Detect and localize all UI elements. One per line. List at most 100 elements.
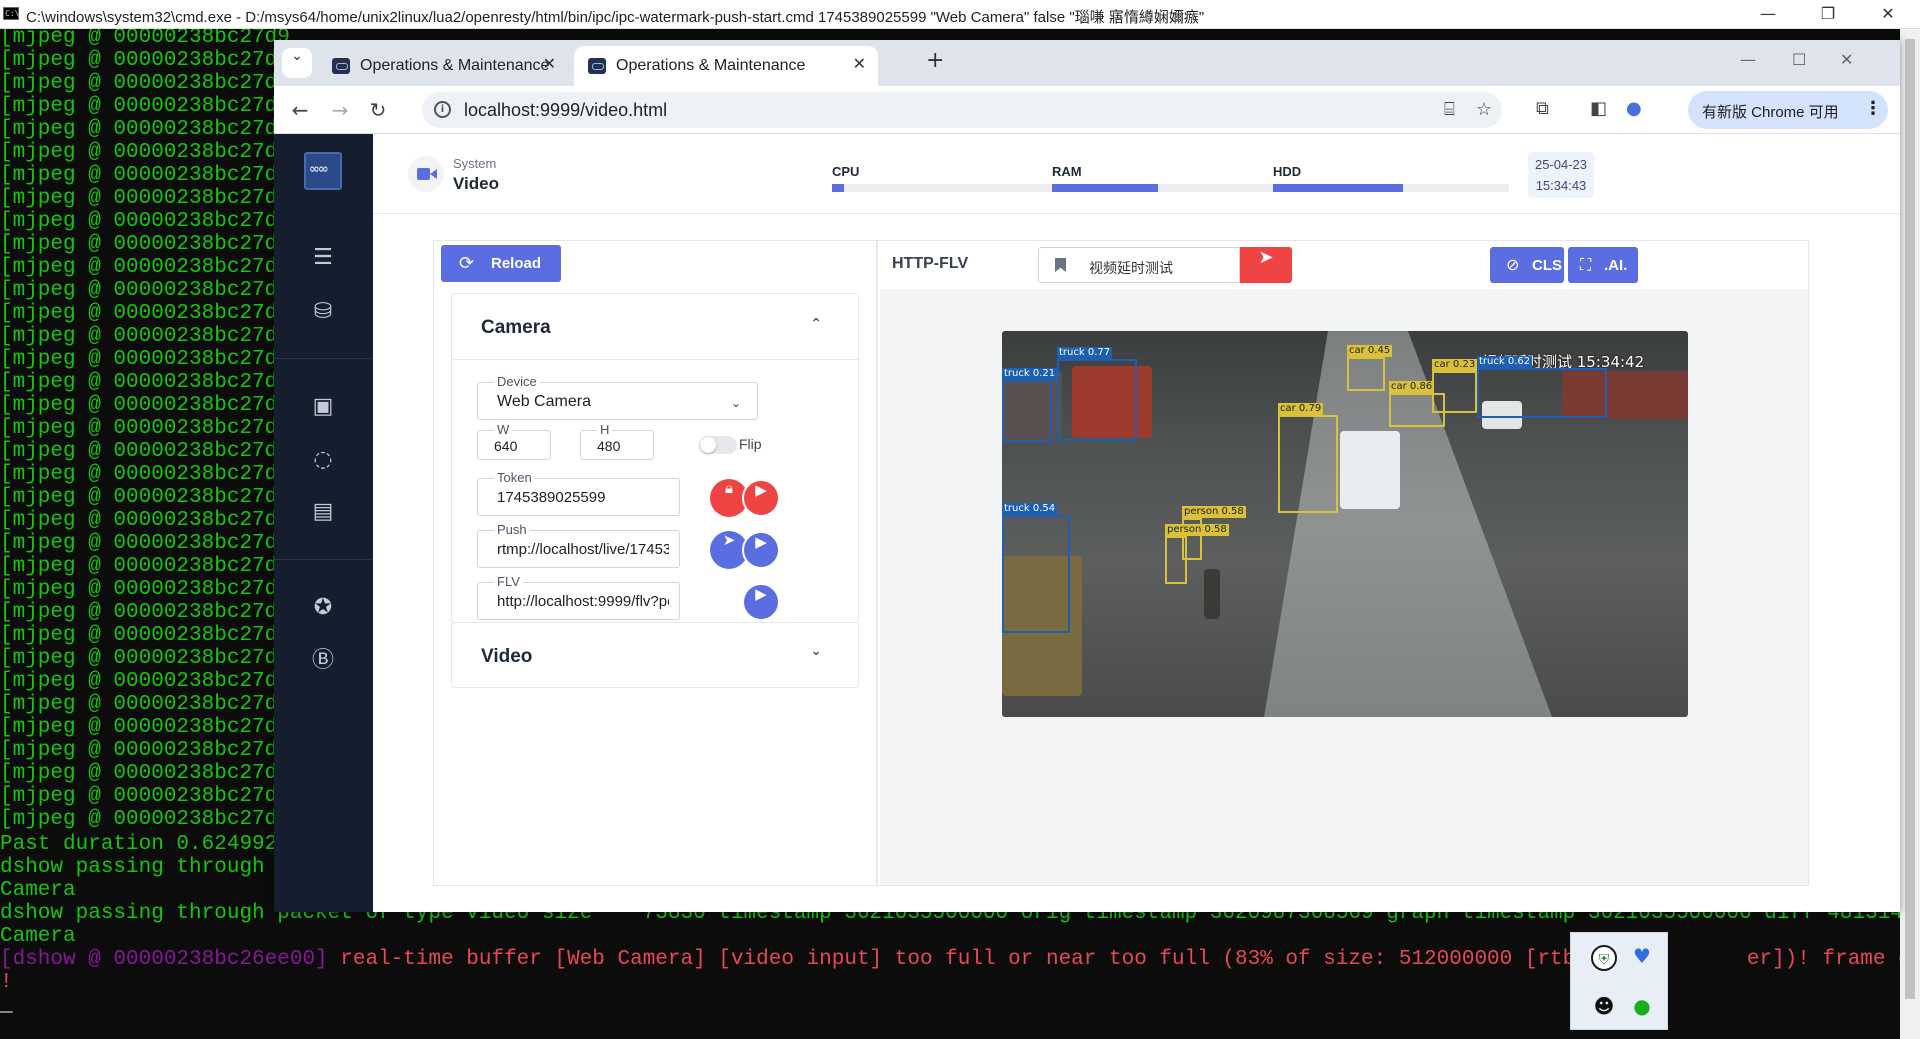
forward-arrow-icon[interactable]: → [328, 98, 352, 122]
ram-bar-fill [1052, 184, 1159, 192]
refresh-icon: ⟳ [459, 253, 475, 274]
site-info-icon[interactable]: i [434, 101, 451, 118]
mjpeg-log-line: [mjpeg @ 00000238bc27d9 [0, 486, 290, 509]
cmd-restore-button[interactable]: ❐ [1816, 3, 1840, 25]
dshow-prefix: [dshow @ 00000238bc26ee00] [0, 948, 328, 971]
ai-button[interactable]: ⛶ .AI. [1568, 247, 1638, 283]
chrome-close-button[interactable]: ✕ [1840, 50, 1853, 69]
chevron-down-icon[interactable]: ⌄ [810, 643, 822, 659]
token-value: 1745389025599 [497, 489, 606, 506]
width-input[interactable]: W 640 [477, 422, 551, 460]
mjpeg-log-line: [mjpeg @ 00000238bc27d9 [0, 49, 290, 72]
past-duration-line: Past duration 0.624992 [0, 833, 278, 856]
ram-bar [1052, 184, 1288, 192]
mjpeg-log-line: [mjpeg @ 00000238bc27d9 [0, 325, 290, 348]
device-label: Device [494, 374, 540, 389]
star-box-icon[interactable]: ✪ [308, 593, 338, 623]
device-select[interactable]: Device Web Camera ⌄ [477, 374, 758, 420]
tab-close-icon[interactable]: ✕ [543, 54, 556, 73]
send-watermark-button[interactable]: ➤ [1240, 247, 1292, 283]
site-favicon [588, 58, 606, 74]
system-tray-overflow: ⛨ ♥ ☻ ● [1570, 932, 1668, 1030]
reload-button[interactable]: ⟳ Reload [441, 245, 561, 282]
shield-icon[interactable]: ⛨ [1591, 945, 1617, 971]
video-player[interactable]: 视频延时测试 15:34:42 truck 0.77 truck 0.21 car … [1002, 331, 1688, 717]
storage-drive-icon[interactable]: ⛁ [308, 297, 338, 327]
tab-operations-2[interactable]: Operations & Maintenance ✕ [574, 46, 878, 86]
mjpeg-log-line: [mjpeg @ 00000238bc27d9 [0, 417, 290, 440]
wechat-icon[interactable]: ● [1629, 993, 1655, 1019]
date-text: 25-04-23 [1534, 157, 1588, 172]
cmd-scrollbar[interactable] [1900, 29, 1920, 1039]
mjpeg-log-line: [mjpeg @ 00000238bc27d9 [0, 693, 290, 716]
tab-operations-1[interactable]: Operations & Maintenance ✕ [318, 46, 568, 86]
extensions-puzzle-icon[interactable]: ⧉ [1536, 98, 1549, 119]
mjpeg-log-line: [mjpeg @ 00000238bc27d9 [0, 670, 290, 693]
mjpeg-log-line: [mjpeg @ 00000238bc27d9 [0, 716, 290, 739]
app-logo[interactable] [304, 152, 342, 190]
kebab-menu-icon[interactable]: ⋮ [1864, 98, 1882, 119]
chevron-up-icon[interactable]: ⌃ [810, 316, 822, 332]
back-arrow-icon[interactable]: ← [288, 98, 312, 122]
translate-icon[interactable]: ⌸ [1444, 99, 1455, 120]
play-flv-button[interactable]: ▶ [742, 583, 780, 621]
push-url-input[interactable]: Push rtmp://localhost/live/174538 [477, 522, 680, 568]
detection-box: person 0.58 [1165, 524, 1229, 584]
flv-label: FLV [494, 574, 523, 589]
reload-icon[interactable]: ↻ [366, 98, 390, 122]
url-text[interactable]: localhost:9999/video.html [464, 100, 667, 121]
ram-label: RAM [1052, 164, 1082, 179]
device-value: Web Camera [497, 393, 591, 410]
bookmark-star-icon[interactable]: ☆ [1476, 99, 1492, 120]
cmd-scroll-thumb[interactable] [1905, 39, 1915, 999]
message-icon[interactable]: ▤ [308, 497, 338, 527]
mjpeg-log-line: [mjpeg @ 00000238bc27d9 [0, 785, 290, 808]
tab-close-icon[interactable]: ✕ [853, 54, 866, 73]
tab-search-button[interactable]: ⌄ [282, 48, 312, 78]
flip-toggle[interactable] [699, 436, 737, 454]
cmd-close-button[interactable]: ✕ [1876, 3, 1900, 25]
flv-url-input[interactable]: FLV http://localhost:9999/flv?por [477, 574, 680, 620]
video-card-header[interactable]: Video ⌄ [452, 623, 858, 689]
height-input[interactable]: H 480 [580, 422, 654, 460]
chrome-update-button[interactable]: 有新版 Chrome 可用 ⋮ [1688, 91, 1888, 129]
chrome-maximize-button[interactable]: ☐ [1792, 50, 1806, 69]
detection-label: car 0.79 [1278, 403, 1324, 415]
b-box-icon[interactable]: Ⓑ [308, 646, 338, 676]
side-panel-icon[interactable]: ◧ [1590, 98, 1607, 119]
new-tab-button[interactable]: + [926, 48, 944, 73]
cls-button[interactable]: ⊘ CLS [1490, 247, 1564, 283]
play-red-button[interactable]: ▶ [742, 479, 780, 517]
watermark-text-input[interactable]: 视频延时测试 [1038, 247, 1240, 283]
height-label: H [597, 422, 613, 437]
detection-box: truck 0.77 [1057, 347, 1137, 441]
profile-avatar-icon[interactable]: ● [1626, 98, 1642, 119]
white-van [1340, 431, 1400, 509]
ram-meter: RAM [1052, 164, 1288, 192]
play-push-button[interactable]: ▶ [742, 531, 780, 569]
tab-strip: ⌄ Operations & Maintenance ✕ Operations … [274, 40, 1900, 86]
chrome-minimize-button[interactable]: — [1740, 50, 1756, 69]
token-input[interactable]: Token 1745389025599 [477, 470, 680, 516]
address-bar[interactable]: i localhost:9999/video.html ⌸ ☆ [422, 92, 1502, 128]
security-icon[interactable]: ♥ [1629, 943, 1655, 969]
cmd-titlebar: C:\ C:\windows\system32\cmd.exe - D:/msy… [0, 0, 1920, 29]
image-icon[interactable]: ▣ [308, 392, 338, 422]
detection-label: car 0.45 [1347, 345, 1393, 357]
hdd-meter: HDD [1273, 164, 1509, 192]
qq-icon[interactable]: ☻ [1591, 993, 1617, 1019]
cmd-minimize-button[interactable]: — [1756, 3, 1780, 25]
mjpeg-log-line: [mjpeg @ 00000238bc27d9 [0, 762, 290, 785]
mjpeg-log-line: [mjpeg @ 00000238bc27d9 [0, 440, 290, 463]
chat-bubble-icon[interactable]: ◌ [308, 445, 338, 475]
camera-card-header[interactable]: Camera ⌃ [452, 294, 858, 360]
browser-toolbar: ← → ↻ i localhost:9999/video.html ⌸ ☆ ⧉ … [274, 86, 1900, 134]
buffer-message: real-time buffer [Web Camera] [video inp… [327, 948, 1651, 971]
detection-label: truck 0.62 [1477, 356, 1533, 368]
watermark-text-value[interactable]: 视频延时测试 [1089, 258, 1173, 278]
person-figure [1204, 569, 1220, 619]
video-card[interactable]: Video ⌄ [451, 622, 859, 688]
mjpeg-log-line: [mjpeg @ 00000238bc27d9 [0, 348, 290, 371]
list-menu-icon[interactable]: ☰ [308, 243, 338, 273]
mjpeg-log-line: [mjpeg @ 00000238bc27d9 [0, 739, 290, 762]
